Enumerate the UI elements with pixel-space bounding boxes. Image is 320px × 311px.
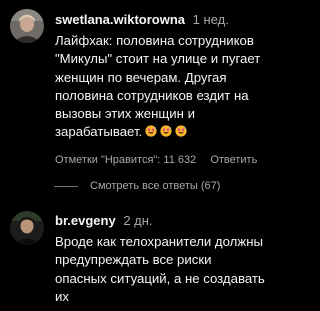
comment-text-line: их [55,288,69,304]
comment-text-line: половина сотрудников ездит на [55,87,249,103]
comment-text-line: Лайфхак: половина сотрудников [55,33,254,48]
comment-text: Вроде как телохранители должны предупреж… [55,233,265,306]
grinning-sweat-emoji-icon [145,125,157,138]
avatar-photo [10,211,44,245]
grinning-sweat-emoji-icon [175,125,187,138]
comment-text: Лайфхак: половина сотрудников "Микулы" с… [55,32,260,142]
view-replies-label: Смотреть все ответы (67) [90,180,221,192]
comment-text-line: женщин по вечерам. Другая [55,69,227,85]
avatar[interactable] [10,211,44,245]
timestamp: 2 дн. [123,213,153,228]
avatar[interactable] [10,9,44,43]
comment-text-line: предупреждать все риски [55,252,212,268]
comment-text-line: "Микулы" стоит на улице и пугает [55,51,261,67]
comment-text-line: вызовы этих женщин и [55,106,195,122]
comments-page: swetlana.wiktorowna 1 нед. Лайфхак: поло… [0,0,316,311]
comment-header: swetlana.wiktorowna 1 нед. [55,11,260,29]
replies-divider-line [54,185,78,187]
likes-count[interactable]: Отметки "Нравится": 11 632 [55,154,196,166]
comment-header: br.evgeny 2 дн. [55,212,265,230]
comment-actions: Отметки "Нравится": 11 632 Ответить [55,153,260,167]
avatar-photo [10,9,44,43]
username[interactable]: swetlana.wiktorowna [55,12,185,27]
comment-text-line-last: зарабатывает. [55,123,260,141]
comment-text-line: опасных ситуаций, а не создавать [55,270,265,286]
username[interactable]: br.evgeny [55,213,116,228]
timestamp: 1 нед. [192,12,229,27]
view-replies-button[interactable]: Смотреть все ответы (67) [54,179,220,193]
comment-text-line: Вроде как телохранители должны [55,234,263,249]
reply-button[interactable]: Ответить [210,154,257,166]
grinning-sweat-emoji-icon [160,125,172,138]
